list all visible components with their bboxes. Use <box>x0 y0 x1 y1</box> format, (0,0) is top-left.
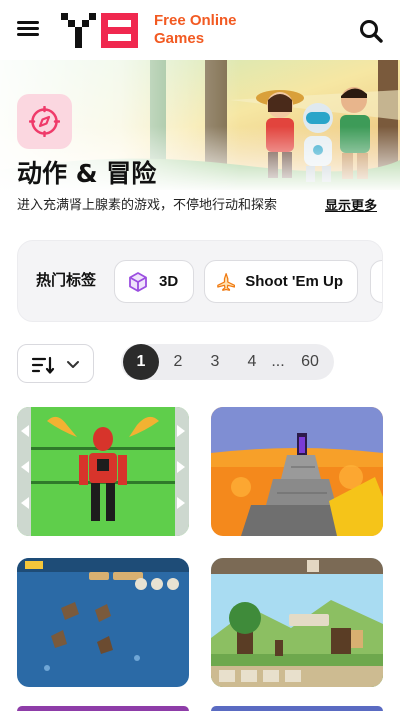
tag-next-partial[interactable] <box>370 260 382 303</box>
game-thumbnail-alien <box>17 407 189 536</box>
category-icon <box>17 94 72 149</box>
site-logo[interactable] <box>61 13 141 49</box>
game-card[interactable] <box>211 558 383 687</box>
compass-icon <box>29 106 60 137</box>
pagination-ellipsis: ... <box>271 353 285 370</box>
page-1-button[interactable]: 1 <box>123 344 159 380</box>
popular-tags-label: 热门标签 <box>36 271 97 289</box>
hamburger-menu-icon[interactable] <box>16 18 42 42</box>
top-bar: Free Online Games <box>0 0 400 60</box>
cube-icon <box>129 271 147 292</box>
page-2-button[interactable]: 2 <box>169 344 187 380</box>
game-card[interactable] <box>211 407 383 536</box>
logo-text[interactable]: Free Online Games <box>154 12 237 48</box>
page-title: 动作 & 冒险 <box>17 159 157 188</box>
chevron-down-icon <box>67 361 79 368</box>
show-more-link[interactable]: 显示更多 <box>325 197 377 215</box>
game-card-partial[interactable] <box>211 706 383 711</box>
game-thumbnail-pixel <box>211 558 383 687</box>
jet-icon <box>217 272 236 291</box>
game-card[interactable] <box>17 407 189 536</box>
category-hero: 动作 & 冒险 进入充满肾上腺素的游戏，不停地行动和探索 显示更多 <box>0 60 400 226</box>
page-4-button[interactable]: 4 <box>243 344 261 380</box>
game-thumbnail-naval <box>17 558 189 687</box>
search-icon[interactable] <box>358 18 384 44</box>
tag-3d[interactable]: 3D <box>114 260 194 303</box>
tag-shoot-em-up[interactable]: Shoot 'Em Up <box>204 260 358 303</box>
popular-tags-panel: 热门标签 3D Shoot 'Em Up <box>17 240 383 322</box>
page-last-button[interactable]: 60 <box>293 344 327 380</box>
game-card-partial[interactable] <box>17 706 189 711</box>
tag-3d-label: 3D <box>159 273 179 290</box>
page-3-button[interactable]: 3 <box>206 344 224 380</box>
category-description: 进入充满肾上腺素的游戏，不停地行动和探索 <box>17 198 278 213</box>
sort-dropdown-button[interactable] <box>17 344 94 383</box>
game-card[interactable] <box>17 558 189 687</box>
game-thumbnail-lava <box>211 407 383 536</box>
pagination: 1 2 3 4 ... 60 <box>121 344 334 380</box>
sort-icon <box>31 356 55 374</box>
tag-shoot-em-up-label: Shoot 'Em Up <box>245 273 343 290</box>
